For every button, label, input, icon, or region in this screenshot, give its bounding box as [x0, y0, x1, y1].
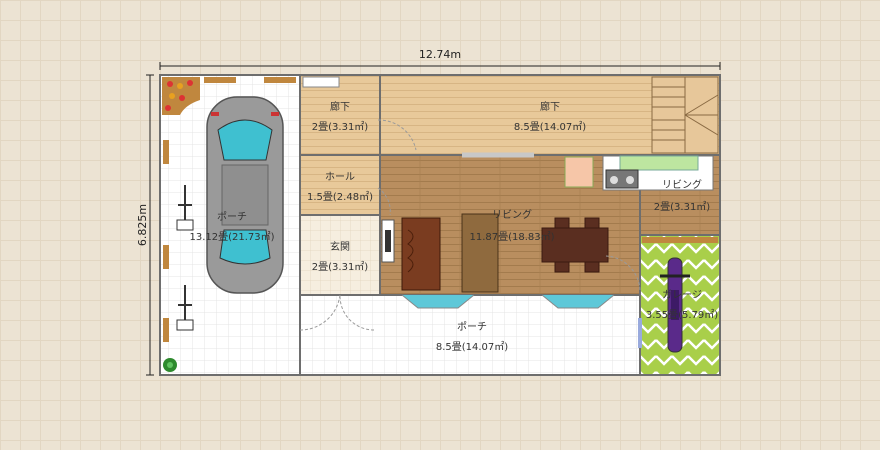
porch-bottom-area: 8.5畳(14.07㎡) [436, 341, 508, 353]
porch-left-area: 13.12畳(21.73㎡) [189, 231, 274, 243]
living-area: 11.87畳(18.83㎡) [469, 231, 554, 243]
coffee-table-icon [461, 213, 499, 293]
living-name: リビング [492, 208, 532, 221]
hall-top-name: 廊下 [330, 100, 350, 113]
entrance-area: 2畳(3.31㎡) [312, 261, 369, 273]
entrance-floor [300, 215, 380, 295]
shelf-icon [302, 76, 340, 88]
living-small-area: 2畳(3.31㎡) [654, 201, 711, 213]
garage-name: ガレージ [662, 289, 702, 301]
garage-planter [642, 237, 718, 243]
entrance-name: 玄関 [330, 240, 350, 253]
hall-room-area: 1.5畳(2.48㎡) [307, 191, 373, 203]
tv-icon [381, 219, 395, 263]
hall-big-name: 廊下 [540, 100, 560, 113]
living-small-name: リビング [662, 178, 702, 191]
hall-room-name: ホール [325, 171, 355, 183]
garage-area: 3.55畳(5.79㎡) [646, 309, 718, 321]
floor-plan: 12.74m 6.825m ポーチ 13.12畳(21.73㎡) 廊下 2畳(3… [136, 48, 721, 376]
height-dimension-label: 6.825m [136, 204, 149, 246]
hall-top-area: 2畳(3.31㎡) [312, 121, 369, 133]
width-dimension-label: 12.74m [419, 48, 461, 61]
hall-room-floor [300, 155, 380, 215]
porch-left-name: ポーチ [217, 211, 247, 223]
porch-bottom-name: ポーチ [457, 321, 487, 333]
sofa-icon [401, 217, 441, 291]
hall-big-area: 8.5畳(14.07㎡) [514, 121, 586, 133]
car-icon [206, 96, 284, 294]
stairs-icon [651, 76, 719, 154]
plant-icon [163, 358, 177, 372]
